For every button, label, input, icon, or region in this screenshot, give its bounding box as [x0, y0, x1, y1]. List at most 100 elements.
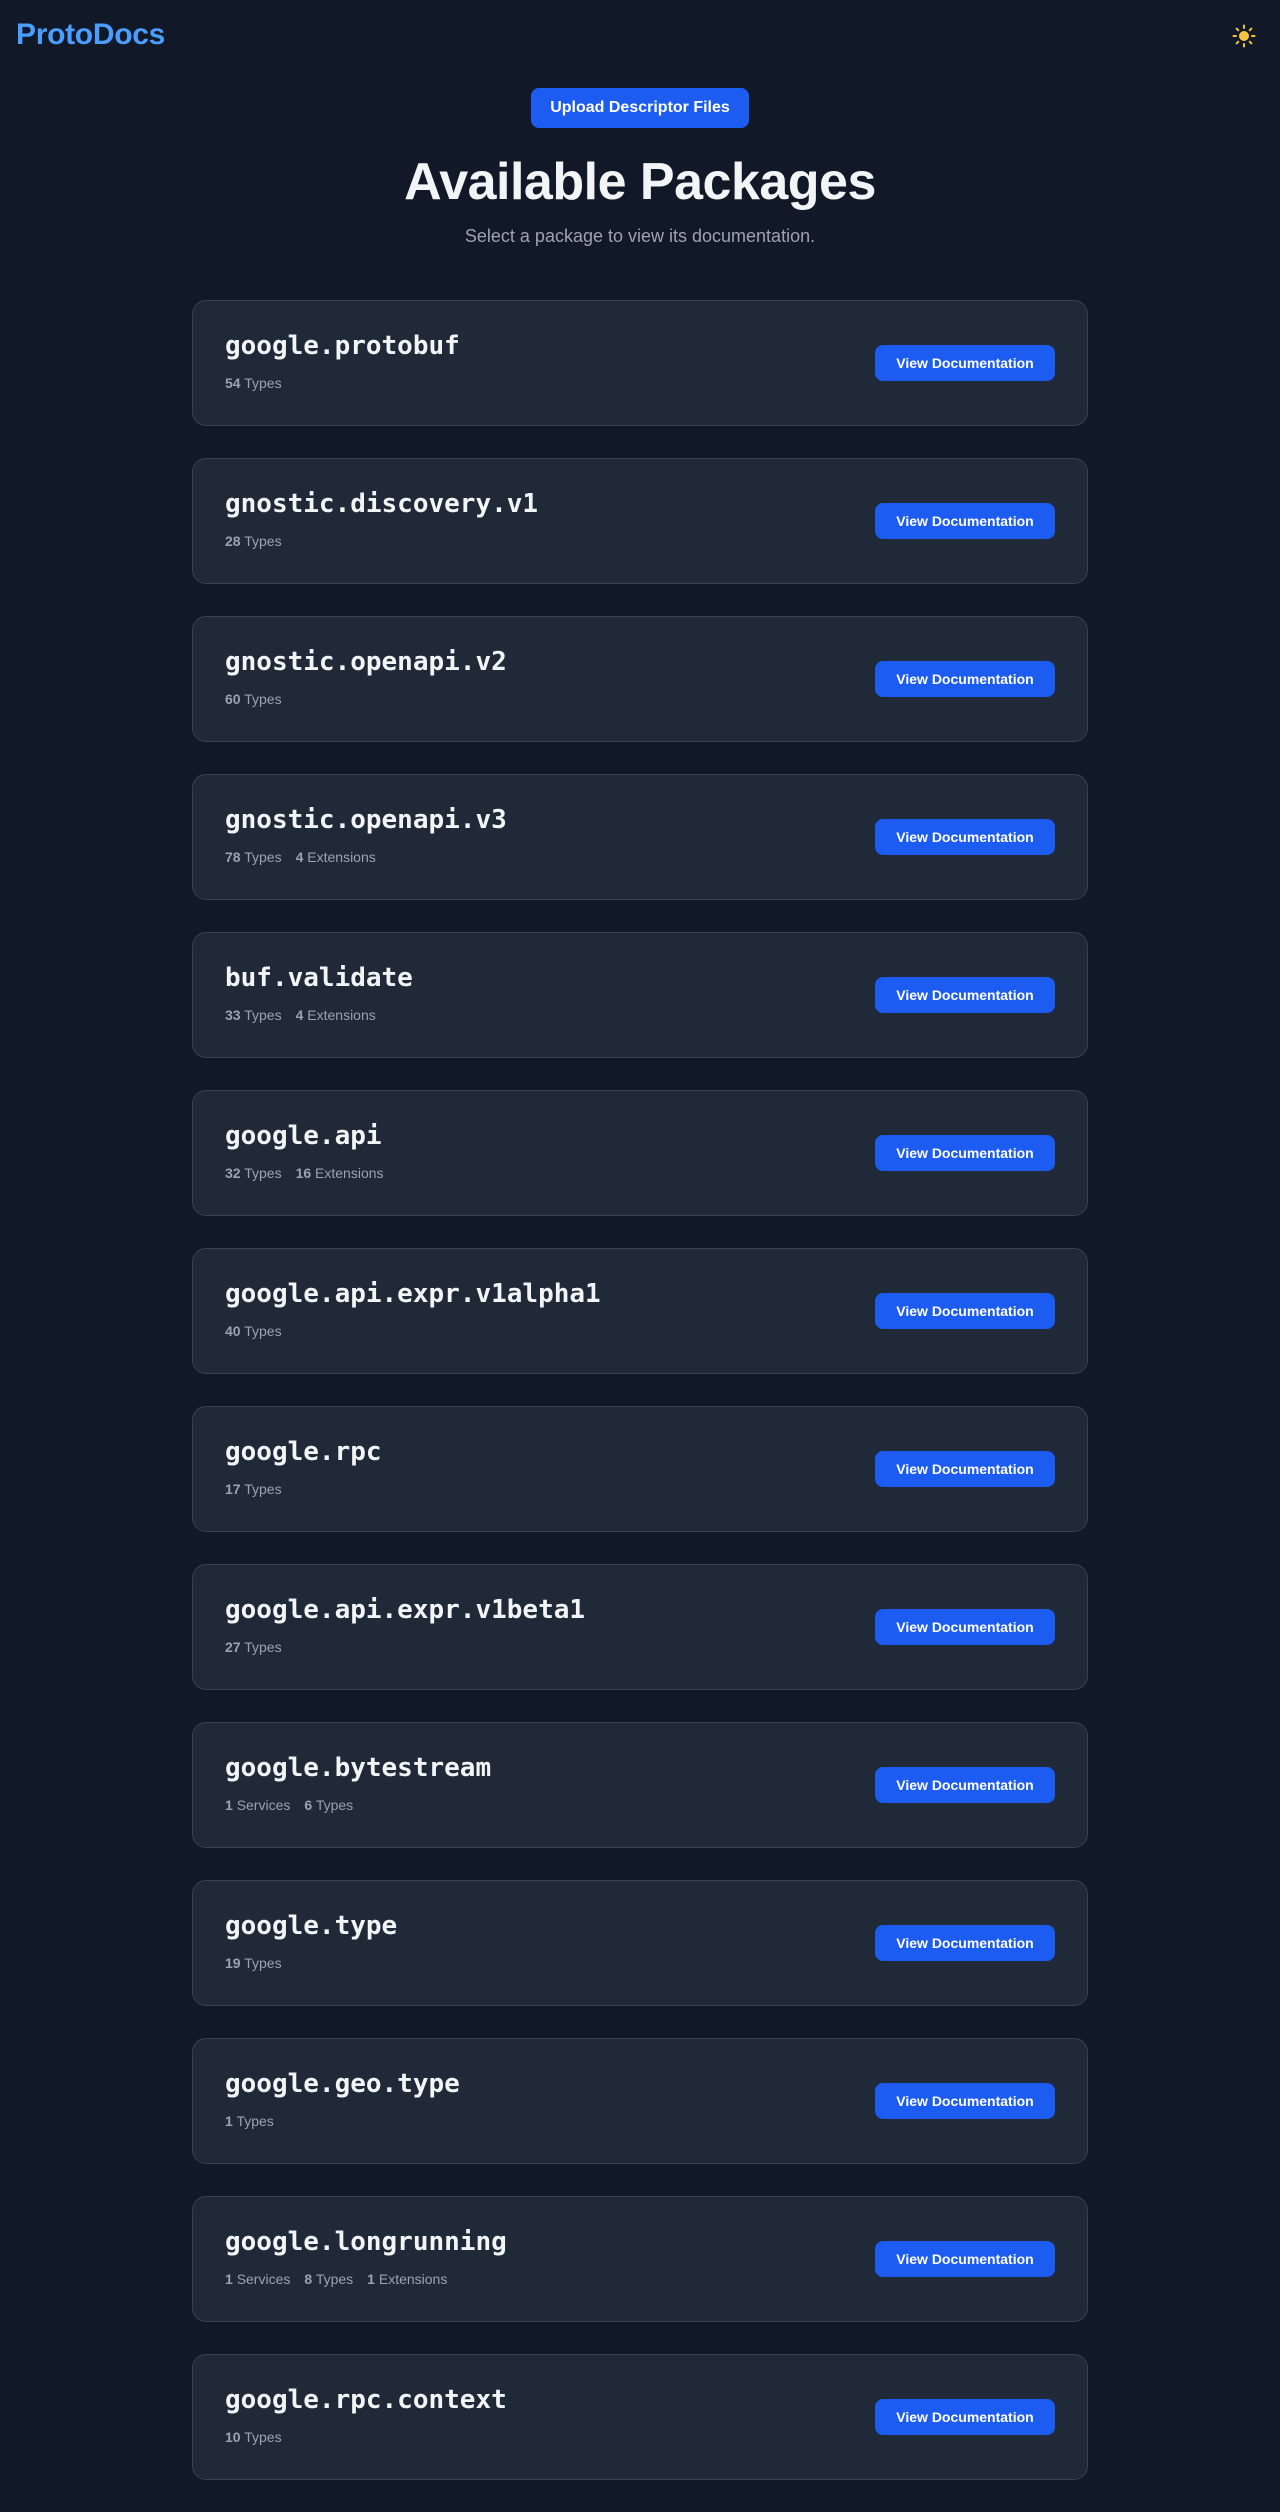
- stat-label: Extensions: [307, 1007, 376, 1023]
- stat-count: 1: [225, 2271, 233, 2287]
- stat-count: 54: [225, 375, 241, 391]
- app-logo[interactable]: ProtoDocs: [16, 18, 165, 52]
- package-card: google.rpc 17 Types View Documentation: [192, 1406, 1088, 1532]
- package-stat: 1 Extensions: [367, 2271, 447, 2287]
- package-name: google.api: [225, 1121, 382, 1151]
- package-name: google.api.expr.v1alpha1: [225, 1279, 601, 1309]
- view-documentation-button[interactable]: View Documentation: [875, 2399, 1055, 2435]
- package-card: google.rpc.context 10 Types View Documenta…: [192, 2354, 1088, 2480]
- stat-label: Types: [244, 691, 282, 707]
- view-documentation-button[interactable]: View Documentation: [875, 1925, 1055, 1961]
- package-stats: 1 Services 8 Types 1 Extensions: [225, 2271, 461, 2287]
- stat-count: 16: [295, 1165, 312, 1181]
- stat-label: Extensions: [378, 2271, 448, 2287]
- package-stats: 27 Types: [225, 1639, 296, 1655]
- stat-count: 60: [225, 691, 241, 707]
- stat-count: 40: [225, 1323, 241, 1339]
- stat-count: 32: [225, 1165, 241, 1181]
- stat-label: Services: [236, 2271, 291, 2287]
- stat-count: 28: [225, 533, 241, 549]
- stat-count: 8: [304, 2271, 313, 2287]
- sun-icon: [1232, 24, 1256, 48]
- upload-descriptor-files-button[interactable]: Upload Descriptor Files: [531, 88, 749, 128]
- package-name: google.protobuf: [225, 331, 460, 361]
- stat-label: Types: [244, 375, 282, 391]
- stat-count: 27: [225, 1639, 241, 1655]
- stat-count: 17: [225, 1481, 241, 1497]
- stat-label: Types: [244, 1323, 282, 1339]
- stat-label: Types: [244, 1481, 282, 1497]
- view-documentation-button[interactable]: View Documentation: [875, 1767, 1055, 1803]
- view-documentation-button[interactable]: View Documentation: [875, 1609, 1055, 1645]
- view-documentation-button[interactable]: View Documentation: [875, 819, 1055, 855]
- theme-toggle-button[interactable]: [1230, 22, 1258, 50]
- package-card: google.bytestream 1 Services 6 Types View D…: [192, 1722, 1088, 1848]
- view-documentation-button[interactable]: View Documentation: [875, 977, 1055, 1013]
- package-name: google.bytestream: [225, 1753, 492, 1783]
- package-stats: 54 Types: [225, 375, 296, 391]
- stat-count: 1: [225, 2113, 233, 2129]
- package-stat: 19 Types: [225, 1955, 282, 1971]
- package-stat: 28 Types: [225, 533, 282, 549]
- package-stats: 10 Types: [225, 2429, 296, 2445]
- stat-label: Types: [315, 1797, 354, 1813]
- view-documentation-button[interactable]: View Documentation: [875, 503, 1055, 539]
- stat-count: 33: [225, 1007, 241, 1023]
- package-stat: 4 Extensions: [296, 1007, 376, 1023]
- package-stat: 78 Types: [225, 849, 282, 865]
- package-card: google.api 32 Types 16 Extensions View Docu…: [192, 1090, 1088, 1216]
- package-card: gnostic.openapi.v2 60 Types View Documenta…: [192, 616, 1088, 742]
- stat-label: Extensions: [307, 849, 376, 865]
- view-documentation-button[interactable]: View Documentation: [875, 2241, 1055, 2277]
- package-name: gnostic.discovery.v1: [225, 489, 539, 519]
- package-card: google.api.expr.v1alpha1 40 Types View Doc…: [192, 1248, 1088, 1374]
- package-name: google.rpc.context: [225, 2385, 507, 2415]
- view-documentation-button[interactable]: View Documentation: [875, 1135, 1055, 1171]
- view-documentation-button[interactable]: View Documentation: [875, 345, 1055, 381]
- view-documentation-button[interactable]: View Documentation: [875, 1451, 1055, 1487]
- package-stat: 1 Services: [225, 2271, 290, 2287]
- package-name: google.longrunning: [225, 2227, 507, 2257]
- package-stat: 1 Services: [225, 1797, 290, 1813]
- package-stat: 54 Types: [225, 375, 282, 391]
- package-stat: 17 Types: [225, 1481, 282, 1497]
- stat-count: 10: [225, 2429, 241, 2445]
- package-stats: 17 Types: [225, 1481, 296, 1497]
- stat-label: Types: [244, 1165, 282, 1181]
- package-stat: 33 Types: [225, 1007, 282, 1023]
- package-name: buf.validate: [225, 963, 413, 993]
- package-stat: 27 Types: [225, 1639, 282, 1655]
- stat-count: 1: [225, 1797, 233, 1813]
- view-documentation-button[interactable]: View Documentation: [875, 661, 1055, 697]
- package-stats: 33 Types 4 Extensions: [225, 1007, 390, 1023]
- package-stats: 19 Types: [225, 1955, 296, 1971]
- package-name: google.geo.type: [225, 2069, 460, 2099]
- stat-count: 6: [304, 1797, 313, 1813]
- package-stat: 6 Types: [304, 1797, 353, 1813]
- stat-count: 19: [225, 1955, 241, 1971]
- package-stat: 32 Types: [225, 1165, 282, 1181]
- package-card: google.type 19 Types View Documentation: [192, 1880, 1088, 2006]
- package-card: google.longrunning 1 Services 8 Types 1 Ext…: [192, 2196, 1088, 2322]
- page-title: Available Packages: [404, 153, 876, 211]
- package-name: google.rpc: [225, 1437, 382, 1467]
- stat-label: Extensions: [315, 1165, 384, 1181]
- package-name: google.api.expr.v1beta1: [225, 1595, 586, 1625]
- package-stat: 8 Types: [304, 2271, 353, 2287]
- package-name: google.type: [225, 1911, 398, 1941]
- package-stat: 10 Types: [225, 2429, 282, 2445]
- stat-label: Types: [244, 1639, 282, 1655]
- stat-label: Types: [244, 533, 282, 549]
- package-stat: 4 Extensions: [296, 849, 376, 865]
- stat-label: Types: [244, 1007, 282, 1023]
- package-stat: 60 Types: [225, 691, 282, 707]
- view-documentation-button[interactable]: View Documentation: [875, 2083, 1055, 2119]
- package-stat: 40 Types: [225, 1323, 282, 1339]
- package-stats: 78 Types 4 Extensions: [225, 849, 390, 865]
- package-name: gnostic.openapi.v2: [225, 647, 507, 677]
- package-card: google.geo.type 1 Types View Documentation: [192, 2038, 1088, 2164]
- package-stats: 40 Types: [225, 1323, 296, 1339]
- package-stat: 1 Types: [225, 2113, 274, 2129]
- view-documentation-button[interactable]: View Documentation: [875, 1293, 1055, 1329]
- package-stat: 16 Extensions: [296, 1165, 384, 1181]
